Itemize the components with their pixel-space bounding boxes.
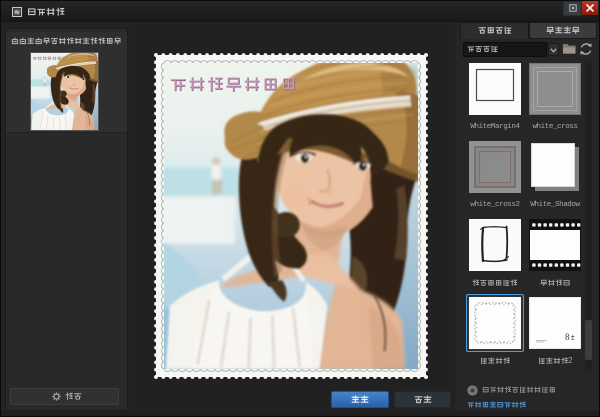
svg-text:8: 8: [565, 332, 570, 342]
